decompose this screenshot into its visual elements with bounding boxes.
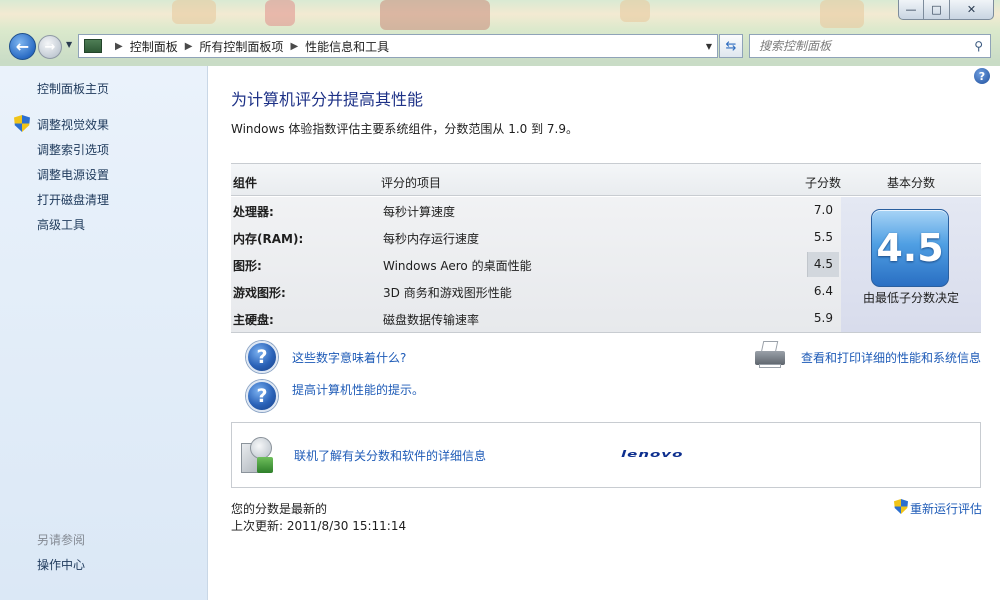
breadcrumb-performance-tools[interactable]: 性能信息和工具 bbox=[305, 38, 389, 55]
rerun-assessment-link[interactable]: 重新运行评估 bbox=[910, 500, 982, 517]
rated-item: 每秒内存运行速度 bbox=[383, 232, 480, 246]
breadcrumb-control-panel[interactable]: 控制面板 bbox=[130, 38, 178, 55]
base-score-panel: 4.5 由最低子分数决定 bbox=[841, 197, 981, 333]
header-base-score: 基本分数 bbox=[887, 176, 936, 190]
rated-item: 3D 商务和游戏图形性能 bbox=[383, 286, 512, 300]
sidebar-item-indexing[interactable]: 调整索引选项 bbox=[37, 141, 109, 166]
improve-tips-link[interactable]: 提高计算机性能的提示。 bbox=[292, 381, 424, 398]
control-panel-icon bbox=[84, 39, 102, 53]
table-row: 图形: Windows Aero 的桌面性能 4.5 bbox=[231, 251, 841, 278]
subscore-value: 4.5 bbox=[813, 257, 833, 271]
search-box: ⚲ bbox=[749, 34, 991, 58]
printer-icon bbox=[753, 341, 787, 369]
rated-item: 每秒计算速度 bbox=[383, 205, 456, 219]
base-score-caption: 由最低子分数决定 bbox=[862, 291, 959, 305]
breadcrumb-separator-icon[interactable]: ▶ bbox=[115, 41, 123, 52]
intro-text: Windows 体验指数评估主要系统组件，分数范围从 1.0 到 7.9。 bbox=[231, 122, 578, 136]
address-dropdown-icon[interactable]: ▼ bbox=[701, 35, 717, 57]
forward-arrow-icon: → bbox=[44, 39, 56, 55]
rated-item: 磁盘数据传输速率 bbox=[383, 313, 480, 327]
see-also-heading: 另请参阅 bbox=[37, 533, 86, 547]
minimize-button[interactable]: — bbox=[898, 0, 924, 20]
score-status: 您的分数是最新的 bbox=[231, 502, 328, 516]
sidebar-item-visual-effects[interactable]: 调整视觉效果 bbox=[37, 116, 109, 141]
sidebar-item-power[interactable]: 调整电源设置 bbox=[37, 166, 109, 191]
search-icon[interactable]: ⚲ bbox=[974, 39, 983, 53]
refresh-button[interactable]: ⇆ bbox=[719, 34, 743, 58]
main-content: ? 为计算机评分并提高其性能 Windows 体验指数评估主要系统组件，分数范围… bbox=[208, 66, 1000, 600]
help-icon[interactable]: ? bbox=[974, 68, 990, 84]
online-info-box: 联机了解有关分数和软件的详细信息 lenovo bbox=[231, 422, 981, 488]
score-table-body: 处理器: 每秒计算速度 7.0 内存(RAM): 每秒内存运行速度 5.5 图形… bbox=[231, 197, 841, 333]
navigation-bar: ← → ▼ ▶ 控制面板 ▶ 所有控制面板项 ▶ 性能信息和工具 ▼ ⇆ ⚲ bbox=[0, 30, 1000, 62]
history-dropdown-icon[interactable]: ▼ bbox=[66, 40, 72, 49]
subscore-value: 7.0 bbox=[813, 203, 833, 217]
address-bar[interactable]: ▶ 控制面板 ▶ 所有控制面板项 ▶ 性能信息和工具 ▼ bbox=[78, 34, 718, 58]
sidebar-item-advanced-tools[interactable]: 高级工具 bbox=[37, 216, 109, 241]
subscore-value: 6.4 bbox=[813, 284, 833, 298]
caption-buttons: — □ ✕ bbox=[898, 0, 994, 20]
sidebar-item-action-center[interactable]: 操作中心 bbox=[37, 556, 85, 573]
sidebar: 控制面板主页 调整视觉效果 调整索引选项 调整电源设置 打开磁盘清理 高级工具 … bbox=[0, 66, 208, 600]
header-rated-item: 评分的项目 bbox=[381, 176, 442, 190]
subscore-value: 5.5 bbox=[813, 230, 833, 244]
breadcrumb-all-items[interactable]: 所有控制面板项 bbox=[199, 38, 283, 55]
question-icon: ? bbox=[246, 341, 278, 373]
what-numbers-mean-link[interactable]: 这些数字意味着什么? bbox=[292, 349, 406, 366]
component-name: 内存(RAM): bbox=[233, 232, 304, 246]
breadcrumb-separator-icon[interactable]: ▶ bbox=[185, 41, 193, 52]
score-table-header: 组件 评分的项目 子分数 基本分数 bbox=[231, 164, 981, 196]
table-row: 游戏图形: 3D 商务和游戏图形性能 6.4 bbox=[231, 278, 841, 305]
header-subscore: 子分数 bbox=[805, 176, 842, 190]
search-input[interactable] bbox=[759, 39, 959, 53]
breadcrumb-separator-icon[interactable]: ▶ bbox=[290, 41, 298, 52]
maximize-button[interactable]: □ bbox=[924, 0, 950, 20]
last-update-text: 上次更新: 2011/8/30 15:11:14 bbox=[231, 519, 407, 533]
sidebar-item-home[interactable]: 控制面板主页 bbox=[37, 80, 109, 97]
table-row: 内存(RAM): 每秒内存运行速度 5.5 bbox=[231, 224, 841, 251]
sidebar-item-disk-cleanup[interactable]: 打开磁盘清理 bbox=[37, 191, 109, 216]
shield-icon bbox=[14, 115, 30, 132]
table-row: 主硬盘: 磁盘数据传输速率 5.9 bbox=[231, 305, 841, 332]
question-icon: ? bbox=[246, 380, 278, 412]
base-score-badge: 4.5 bbox=[871, 209, 949, 287]
component-name: 主硬盘: bbox=[233, 313, 274, 327]
close-button[interactable]: ✕ bbox=[950, 0, 994, 20]
sidebar-task-list: 调整视觉效果 调整索引选项 调整电源设置 打开磁盘清理 高级工具 bbox=[37, 116, 109, 241]
component-name: 处理器: bbox=[233, 205, 274, 219]
software-box-icon bbox=[241, 437, 273, 473]
forward-button[interactable]: → bbox=[38, 35, 62, 59]
header-component: 组件 bbox=[233, 176, 258, 190]
online-details-link[interactable]: 联机了解有关分数和软件的详细信息 bbox=[294, 447, 486, 464]
table-row: 处理器: 每秒计算速度 7.0 bbox=[231, 197, 841, 224]
page-title: 为计算机评分并提高其性能 bbox=[231, 90, 424, 109]
shield-icon bbox=[894, 499, 908, 514]
refresh-icon: ⇆ bbox=[725, 38, 737, 54]
score-table: 组件 评分的项目 子分数 基本分数 处理器: 每秒计算速度 7.0 内存(RAM… bbox=[231, 163, 981, 333]
back-arrow-icon: ← bbox=[15, 37, 30, 56]
component-name: 图形: bbox=[233, 259, 262, 273]
lenovo-logo: lenovo bbox=[621, 448, 684, 460]
back-button[interactable]: ← bbox=[9, 33, 36, 60]
print-details-link[interactable]: 查看和打印详细的性能和系统信息 bbox=[801, 349, 981, 366]
rated-item: Windows Aero 的桌面性能 bbox=[383, 259, 532, 273]
subscore-value: 5.9 bbox=[813, 311, 833, 325]
component-name: 游戏图形: bbox=[233, 286, 286, 300]
